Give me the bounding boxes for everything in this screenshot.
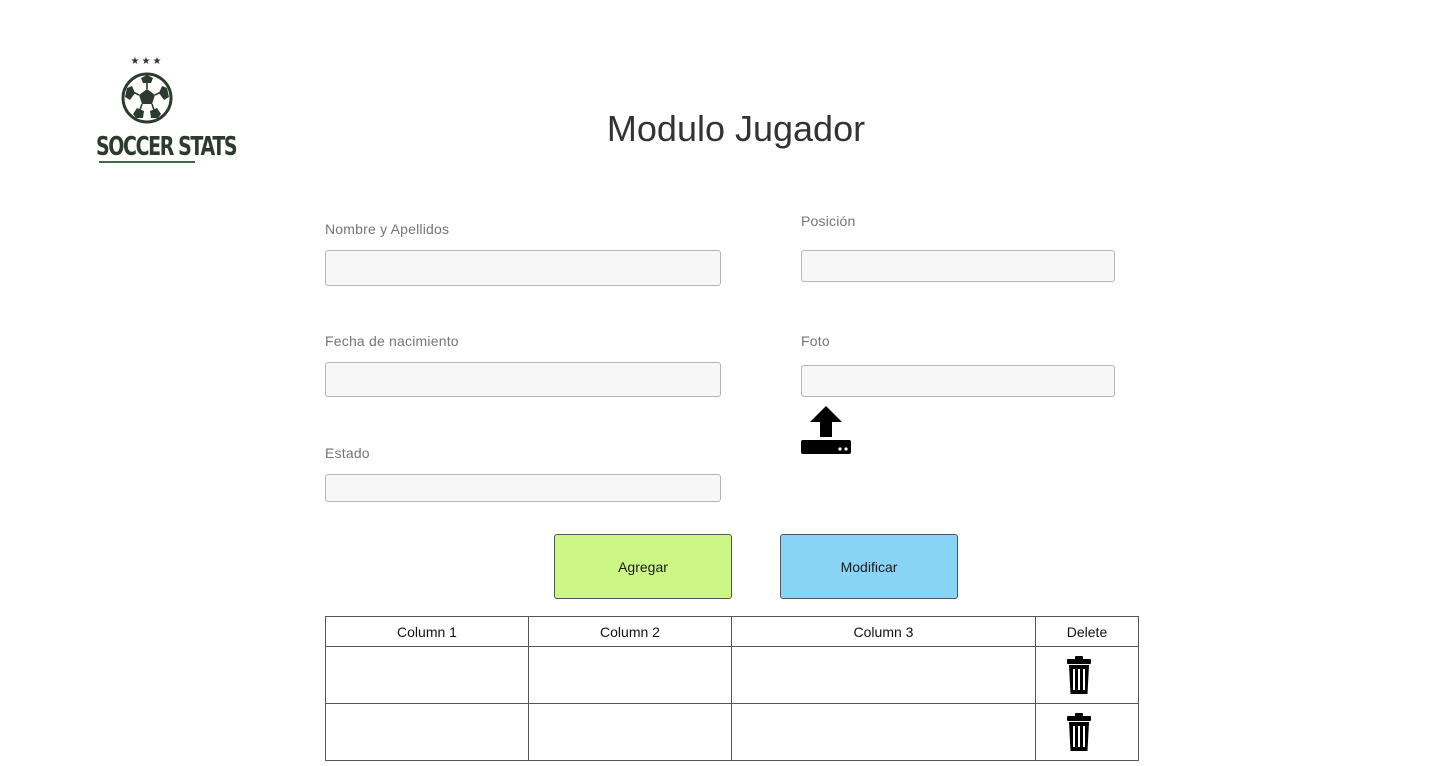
table-cell [325, 646, 529, 704]
table-cell [528, 703, 732, 761]
modify-button[interactable]: Modificar [780, 534, 958, 599]
table-header-row: Column 1 Column 2 Column 3 Delete [325, 616, 1139, 647]
column-header-delete: Delete [1035, 616, 1139, 647]
name-input[interactable] [325, 250, 721, 286]
delete-cell [1035, 703, 1139, 761]
logo-underline [99, 161, 195, 163]
soccer-stats-logo: ★★★ SOCCER STATS [96, 56, 238, 166]
photo-label: Foto [801, 333, 830, 349]
column-header-1: Column 1 [325, 616, 529, 647]
add-button[interactable]: Agregar [554, 534, 732, 599]
status-label: Estado [325, 445, 370, 461]
delete-cell [1035, 646, 1139, 704]
page: ★★★ SOCCER STATS Modulo Jugador Nombre y… [0, 0, 1440, 766]
page-title: Modulo Jugador [606, 108, 866, 149]
table-row [325, 703, 1139, 761]
upload-icon[interactable] [801, 405, 851, 455]
trash-icon[interactable] [1066, 712, 1092, 752]
players-table: Column 1 Column 2 Column 3 Delete [325, 616, 1139, 761]
table-row [325, 646, 1139, 704]
table-cell [731, 646, 1036, 704]
photo-input[interactable] [801, 365, 1115, 397]
column-header-3: Column 3 [731, 616, 1036, 647]
birthdate-label: Fecha de nacimiento [325, 333, 459, 349]
column-header-2: Column 2 [528, 616, 732, 647]
logo-wordmark: SOCCER STATS [96, 132, 238, 162]
trash-icon[interactable] [1066, 655, 1092, 695]
status-input[interactable] [325, 474, 721, 502]
birthdate-input[interactable] [325, 362, 721, 397]
table-cell [528, 646, 732, 704]
logo-stars: ★★★ [130, 56, 164, 67]
name-label: Nombre y Apellidos [325, 221, 450, 237]
table-cell [325, 703, 529, 761]
table-cell [731, 703, 1036, 761]
position-input[interactable] [801, 250, 1115, 282]
soccer-ball-icon [121, 72, 173, 124]
position-label: Posición [801, 213, 856, 229]
